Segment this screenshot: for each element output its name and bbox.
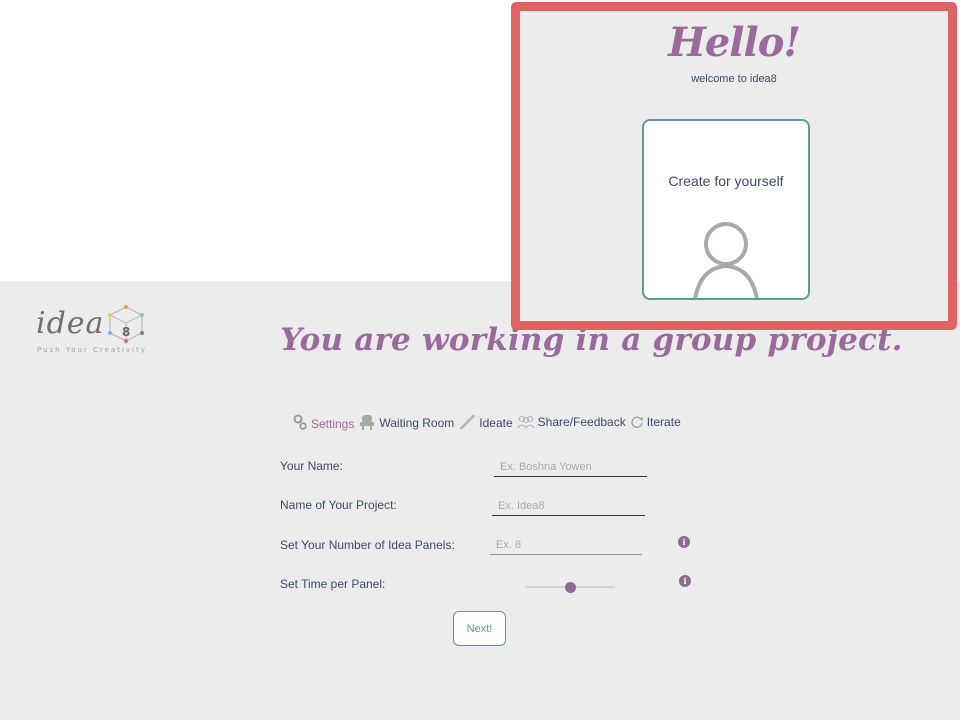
logo-wordmark: idea	[36, 306, 105, 341]
step-label-ideate: Ideate	[479, 416, 513, 430]
idea-panels-info-icon[interactable]: i	[678, 536, 690, 548]
idea8-logo[interactable]: idea 8 Push Your Creativity	[36, 302, 151, 357]
project-name-input[interactable]	[492, 496, 645, 516]
progress-steps-nav: Settings Waiting Room Ideate Share/Feedb…	[292, 410, 681, 434]
your-name-input[interactable]	[494, 457, 647, 477]
welcome-overlay-panel: Hello! welcome to idea8 Create for yours…	[511, 2, 957, 330]
slider-thumb[interactable]	[565, 582, 576, 593]
hello-title: Hello!	[668, 19, 801, 66]
step-iterate[interactable]: Iterate	[630, 415, 681, 429]
gears-icon	[293, 414, 307, 430]
person-icon	[693, 222, 759, 298]
step-label-share-feedback: Share/Feedback	[537, 415, 626, 429]
next-button[interactable]: Next!	[453, 611, 506, 646]
step-waiting-room[interactable]: Waiting Room	[358, 414, 454, 430]
idea-panels-label: Set Your Number of Idea Panels:	[280, 538, 455, 552]
step-settings[interactable]: Settings	[292, 413, 354, 431]
your-name-label: Your Name:	[280, 459, 343, 473]
logo-tagline: Push Your Creativity	[37, 346, 147, 354]
create-for-yourself-card[interactable]: Create for yourself	[642, 119, 810, 300]
idea-panels-input[interactable]	[490, 535, 642, 555]
step-share-feedback[interactable]: Share/Feedback	[517, 415, 626, 429]
refresh-icon	[631, 416, 643, 428]
time-per-panel-slider[interactable]	[525, 582, 615, 593]
cube-logo-icon: 8	[108, 305, 144, 343]
step-label-iterate: Iterate	[646, 415, 681, 429]
pencil-icon	[459, 414, 476, 430]
time-per-panel-label: Set Time per Panel:	[280, 577, 386, 591]
time-per-panel-info-icon[interactable]: i	[679, 575, 691, 587]
create-card-title: Create for yourself	[668, 173, 784, 189]
people-icon	[517, 416, 535, 429]
step-label-waiting-room: Waiting Room	[379, 416, 455, 430]
welcome-subtitle: welcome to idea8	[691, 73, 777, 85]
step-label-settings: Settings	[311, 417, 355, 431]
logo-number: 8	[122, 325, 130, 339]
chair-icon	[360, 415, 375, 430]
project-name-label: Name of Your Project:	[280, 498, 397, 512]
step-ideate[interactable]: Ideate	[458, 414, 513, 430]
